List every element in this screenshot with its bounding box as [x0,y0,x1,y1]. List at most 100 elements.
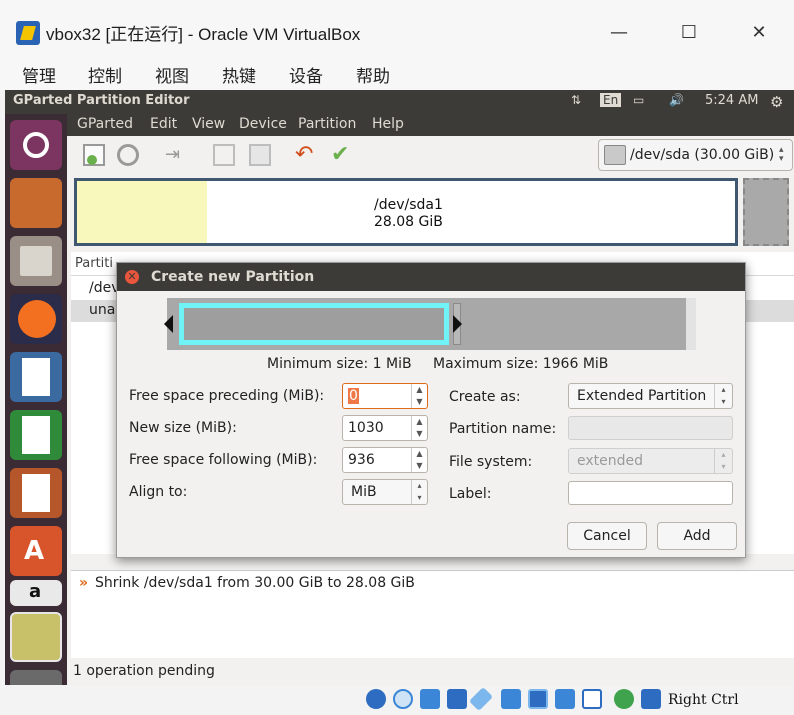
createas-value: Extended Partition [577,388,707,404]
menu-edit[interactable]: Edit [150,116,177,132]
keyboard-capture-icon[interactable] [641,689,661,709]
ubuntu-dash-icon[interactable] [10,120,62,170]
maximize-button[interactable]: ☐ [666,18,712,48]
spin-buttons[interactable]: ▲ ▼ [411,416,427,440]
ubuntu-top-panel: GParted Partition Editor ⇅ En ▭ 🔊 5:24 A… [5,90,794,114]
delete-partition-icon[interactable] [117,144,139,166]
filesystem-select[interactable]: extended ▴ ▾ [568,448,733,474]
menu-view[interactable]: 视图 [155,62,189,87]
firefox-icon[interactable] [10,294,62,344]
display-icon[interactable] [528,689,548,709]
filesystem-label: File system: [449,454,533,470]
partition-size-label: 28.08 GiB [374,214,443,230]
create-partition-dialog: ✕ Create new Partition Minimum size: 1 M… [116,262,746,558]
optical-drive-icon[interactable] [393,689,413,709]
disk-map-unallocated[interactable] [743,178,789,246]
dialog-close-icon[interactable]: ✕ [125,270,139,284]
undo-icon[interactable]: ↶ [295,144,317,166]
cancel-button[interactable]: Cancel [567,522,647,550]
harddisk-activity-icon[interactable] [366,689,386,709]
volume-icon[interactable]: 🔊 [669,93,684,107]
menu-devices[interactable]: 设备 [289,62,323,87]
newsize-value: 1030 [348,420,384,436]
host-key-label: Right Ctrl [668,692,739,708]
file-manager-icon[interactable] [10,236,62,286]
device-selector[interactable]: /dev/sda (30.00 GiB) ▴ ▾ [598,139,793,171]
left-handle-arrow-icon[interactable] [164,315,173,333]
slider-end [686,298,696,350]
dialog-title: Create new Partition [151,269,315,285]
preceding-label: Free space preceding (MiB): [129,388,325,404]
spin-buttons[interactable]: ▲ ▼ [411,448,427,472]
disk-map-label: /dev/sda1 28.08 GiB [374,197,443,231]
usb-icon[interactable] [468,686,494,712]
shared-folders-icon[interactable] [501,689,521,709]
settings-gear-icon[interactable]: ⚙ [770,93,783,111]
menu-view[interactable]: View [192,116,225,132]
new-partition-bar[interactable] [179,303,449,345]
close-button[interactable]: ✕ [736,18,782,48]
clock[interactable]: 5:24 AM [705,93,758,108]
row-partition: unal [89,302,120,318]
filesystem-value: extended [577,453,644,469]
shrink-operation-icon: » [79,575,89,591]
libreoffice-calc-icon[interactable] [10,410,62,460]
menu-manage[interactable]: 管理 [22,62,56,87]
audio-icon[interactable] [420,689,440,709]
menu-help[interactable]: Help [372,116,404,132]
copy-icon[interactable] [213,144,235,166]
align-select[interactable]: MiB ▴ ▾ [342,479,428,505]
keyboard-layout-indicator[interactable]: En [600,93,622,107]
spin-buttons[interactable]: ▲ ▼ [411,384,427,408]
used-space-bar [77,181,207,243]
newsize-input[interactable]: 1030 ▲ ▼ [342,415,428,441]
video-capture-icon[interactable] [555,689,575,709]
label-input[interactable] [568,481,733,505]
menu-control[interactable]: 控制 [88,62,122,87]
new-partition-icon[interactable] [83,144,105,166]
disk-map-sda1[interactable]: /dev/sda1 28.08 GiB [74,178,738,246]
column-partition[interactable]: Partiti [75,256,113,271]
partition-name-label: /dev/sda1 [374,197,443,213]
partname-input[interactable] [568,416,733,440]
virtualization-icon[interactable] [582,689,602,709]
partname-label: Partition name: [449,421,557,437]
menu-partition[interactable]: Partition [298,116,356,132]
battery-icon[interactable]: ▭ [633,93,644,107]
mouse-integration-icon[interactable] [614,689,634,709]
virtualbox-menubar: 管理 控制 视图 热键 设备 帮助 [0,56,794,90]
operation-item[interactable]: Shrink /dev/sda1 from 30.00 GiB to 28.08… [95,575,415,591]
right-handle-arrow-icon[interactable] [453,315,462,333]
following-input[interactable]: 936 ▲ ▼ [342,447,428,473]
apply-icon[interactable]: ✔ [331,144,353,166]
libreoffice-writer-icon[interactable] [10,352,62,402]
pending-status: 1 operation pending [73,663,215,679]
gparted-icon[interactable] [10,612,62,662]
virtualbox-statusbar: Right Ctrl [0,685,794,715]
window-title: vbox32 [正在运行] - Oracle VM VirtualBox [46,25,361,44]
paste-icon[interactable] [249,144,271,166]
device-selector-value: /dev/sda (30.00 GiB) [630,147,775,163]
libreoffice-impress-icon[interactable] [10,468,62,518]
trash-icon[interactable] [10,670,62,685]
menu-help[interactable]: 帮助 [356,62,390,87]
chevron-updown-icon: ▴ ▾ [714,384,732,408]
createas-select[interactable]: Extended Partition ▴ ▾ [568,383,733,409]
menu-gparted[interactable]: GParted [77,116,133,132]
ubuntu-software-icon[interactable]: A [10,526,62,576]
software-updater-icon[interactable] [10,178,62,228]
gparted-toolbar: ⇥ ↶ ✔ /dev/sda (30.00 GiB) ▴ ▾ [67,136,794,174]
add-button[interactable]: Add [657,522,737,550]
menu-device[interactable]: Device [239,116,287,132]
align-label: Align to: [129,484,188,500]
active-app-title: GParted Partition Editor [13,93,190,108]
network-adapter-icon[interactable] [447,689,467,709]
resize-move-icon[interactable]: ⇥ [165,144,187,166]
gparted-menubar: GParted Edit View Device Partition Help [67,114,794,136]
partition-size-slider[interactable] [164,298,696,350]
preceding-input[interactable]: 0 ▲ ▼ [342,383,428,409]
minimize-button[interactable]: — [596,18,642,48]
amazon-icon[interactable]: a [10,580,62,606]
menu-hotkeys[interactable]: 热键 [222,62,256,87]
network-icon[interactable]: ⇅ [571,93,581,107]
